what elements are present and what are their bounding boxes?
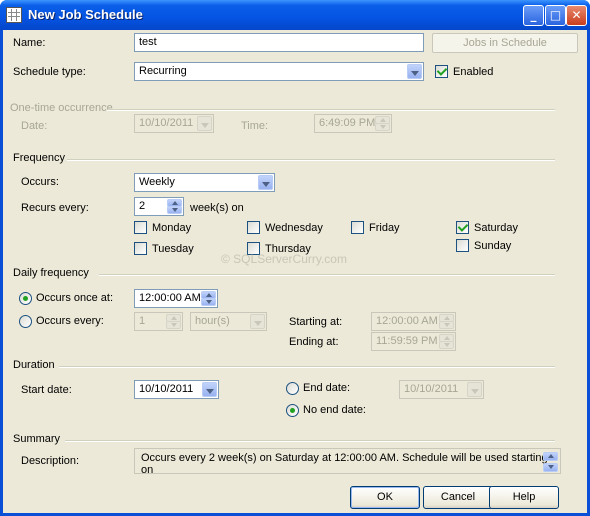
monday-checkbox[interactable] [134, 221, 147, 234]
one-time-time-value: 6:49:09 PM [319, 117, 376, 129]
dialog-body: Name: test Jobs in Schedule Schedule typ… [3, 30, 587, 513]
time-spinner-icon[interactable] [375, 116, 390, 131]
one-time-date-value: 10/10/2011 [139, 117, 194, 129]
daily-frequency-group-label: Daily frequency [13, 267, 89, 279]
tuesday-label: Tuesday [152, 243, 194, 255]
friday-checkbox[interactable] [351, 221, 364, 234]
date-label: Date: [21, 120, 48, 132]
ending-at-value: 11:59:59 PM [376, 335, 438, 347]
one-time-group-label: One-time occurrence [10, 102, 113, 114]
occurs-once-time-input[interactable]: 12:00:00 AM [134, 289, 218, 308]
duration-divider [59, 366, 555, 368]
friday-label: Friday [369, 222, 400, 234]
chevron-down-icon[interactable] [258, 175, 273, 190]
description-label: Description: [21, 455, 80, 467]
occurs-once-radio[interactable] [19, 292, 32, 305]
one-time-divider [107, 109, 555, 111]
ok-button[interactable]: OK [350, 486, 420, 509]
calendar-dropdown-icon[interactable] [202, 382, 217, 397]
schedule-type-select[interactable]: Recurring [134, 62, 424, 81]
dialog-window: New Job Schedule _ □ ✕ Name: test Jobs i… [0, 0, 590, 516]
occurs-every-unit-select[interactable]: hour(s) [190, 312, 267, 331]
ending-at-label: Ending at: [289, 336, 339, 348]
occurs-once-label: Occurs once at: [36, 292, 114, 304]
no-end-date-radio[interactable] [286, 404, 299, 417]
saturday-label: Saturday [474, 222, 519, 234]
wednesday-checkbox[interactable] [247, 221, 260, 234]
starting-at-field[interactable]: 12:00:00 AM [371, 312, 456, 331]
tuesday-checkbox[interactable] [134, 242, 147, 255]
description-scroll-icon[interactable] [543, 452, 558, 472]
occurs-once-time-value: 12:00:00 AM [139, 292, 201, 304]
start-date-field[interactable]: 10/10/2011 [134, 380, 219, 399]
schedule-type-value: Recurring [139, 65, 187, 77]
close-icon[interactable]: ✕ [566, 5, 587, 26]
no-end-date-label: No end date: [303, 404, 366, 416]
name-input[interactable]: test [134, 33, 424, 52]
schedule-grid-icon [6, 7, 22, 23]
saturday-checkbox[interactable] [456, 221, 469, 234]
occurs-select[interactable]: Weekly [134, 173, 275, 192]
recurs-unit-label: week(s) on [190, 202, 244, 214]
watermark-text: © SQLServerCurry.com [221, 252, 347, 266]
time-label: Time: [241, 120, 269, 132]
occurs-every-value: 1 [139, 315, 146, 327]
occurs-every-radio[interactable] [19, 315, 32, 328]
ending-at-field[interactable]: 11:59:59 PM [371, 332, 456, 351]
description-text: Occurs every 2 week(s) on Saturday at 12… [141, 452, 548, 476]
duration-group-label: Duration [13, 359, 55, 371]
occurs-label: Occurs: [21, 176, 59, 188]
wednesday-label: Wednesday [265, 222, 323, 234]
starting-spinner-icon[interactable] [439, 314, 454, 329]
starting-at-value: 12:00:00 AM [376, 315, 438, 327]
end-date-label: End date: [303, 382, 351, 394]
occurs-every-input[interactable]: 1 [134, 312, 183, 331]
one-time-time-field[interactable]: 6:49:09 PM [314, 114, 392, 133]
once-time-spinner-icon[interactable] [201, 291, 216, 306]
help-button[interactable]: Help [489, 486, 559, 509]
schedule-type-label: Schedule type: [13, 66, 86, 78]
every-spinner-icon[interactable] [166, 314, 181, 329]
end-date-field[interactable]: 10/10/2011 [399, 380, 484, 399]
calendar-dropdown-icon[interactable] [467, 382, 482, 397]
end-date-value: 10/10/2011 [404, 383, 459, 395]
recurs-every-input[interactable]: 2 [134, 197, 184, 216]
maximize-icon[interactable]: □ [545, 5, 566, 26]
end-date-radio[interactable] [286, 382, 299, 395]
recurs-spinner-icon[interactable] [167, 199, 182, 214]
sunday-checkbox[interactable] [456, 239, 469, 252]
start-date-label: Start date: [21, 384, 72, 396]
occurs-value: Weekly [139, 176, 175, 188]
description-box: Occurs every 2 week(s) on Saturday at 12… [134, 448, 561, 476]
minimize-icon[interactable]: _ [523, 5, 544, 26]
frequency-divider [67, 159, 555, 161]
window-title: New Job Schedule [28, 7, 143, 22]
summary-group-label: Summary [13, 433, 61, 445]
jobs-in-schedule-button[interactable]: Jobs in Schedule [432, 33, 578, 53]
start-date-value: 10/10/2011 [139, 383, 194, 395]
occurs-every-unit-value: hour(s) [195, 315, 230, 327]
enabled-checkbox[interactable] [435, 65, 448, 78]
frequency-group-label: Frequency [13, 152, 65, 164]
occurs-every-label: Occurs every: [36, 315, 104, 327]
name-label: Name: [13, 37, 46, 49]
ending-spinner-icon[interactable] [439, 334, 454, 349]
one-time-date-field[interactable]: 10/10/2011 [134, 114, 214, 133]
monday-label: Monday [152, 222, 192, 234]
daily-frequency-divider [99, 274, 555, 276]
starting-at-label: Starting at: [289, 316, 343, 328]
title-bar[interactable]: New Job Schedule _ □ ✕ [0, 0, 590, 30]
calendar-dropdown-icon[interactable] [197, 116, 212, 131]
cancel-button[interactable]: Cancel [423, 486, 493, 509]
recurs-every-value: 2 [139, 200, 146, 212]
chevron-down-icon[interactable] [250, 314, 265, 329]
sunday-label: Sunday [474, 240, 512, 252]
enabled-label: Enabled [453, 66, 494, 78]
recurs-every-label: Recurs every: [21, 202, 89, 214]
summary-divider [65, 440, 555, 442]
chevron-down-icon[interactable] [407, 64, 422, 79]
